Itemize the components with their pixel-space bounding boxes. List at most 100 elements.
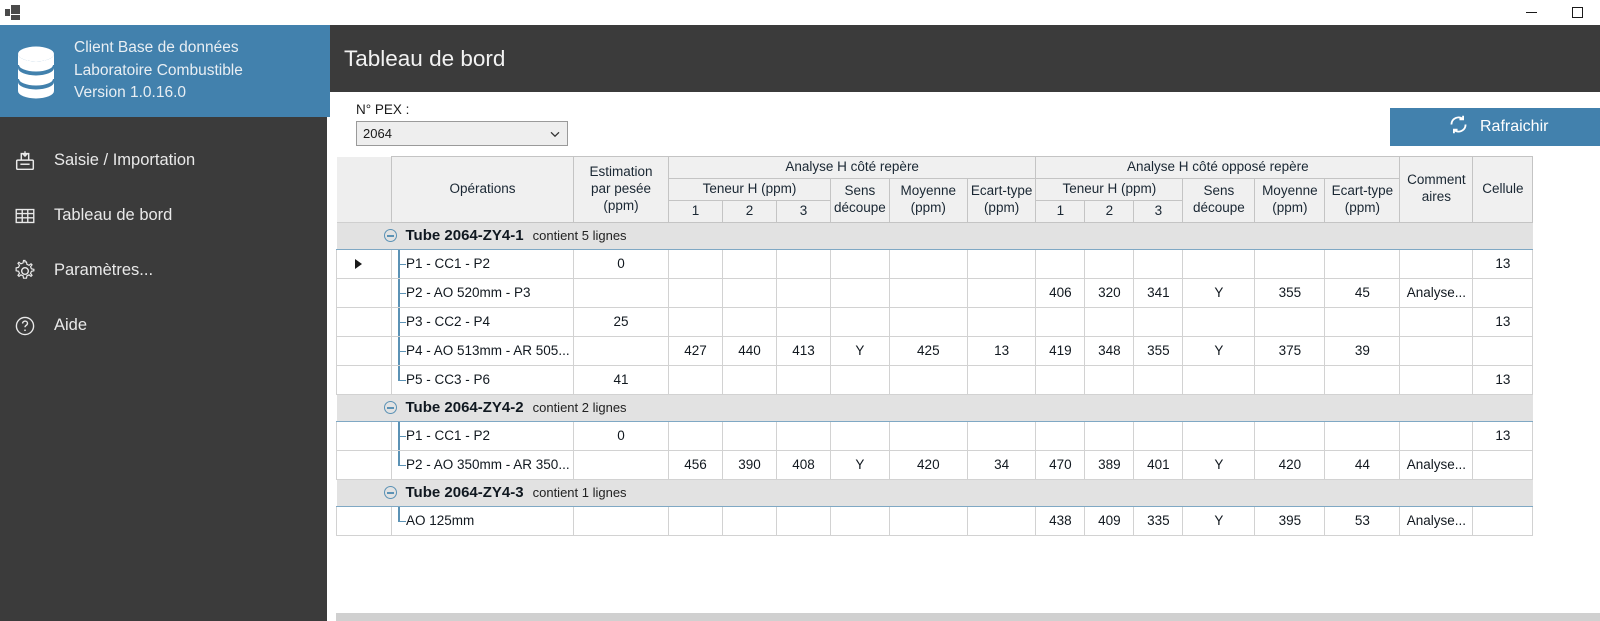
- row-selector-cell[interactable]: [336, 364, 392, 395]
- cell-moyenne-right[interactable]: [1254, 306, 1326, 337]
- cell-sens-decoupe-left[interactable]: Y: [830, 335, 890, 366]
- minimize-button[interactable]: [1508, 0, 1554, 25]
- cell-ecart-type-right[interactable]: 45: [1324, 277, 1401, 308]
- cell-teneur-left-3[interactable]: [776, 505, 831, 536]
- cell-teneur-right-2[interactable]: [1084, 364, 1135, 395]
- cell-moyenne-right[interactable]: 355: [1254, 277, 1326, 308]
- cell-operations[interactable]: P1 - CC1 - P2: [391, 248, 574, 279]
- cell-commentaires[interactable]: Analyse...: [1399, 505, 1474, 536]
- cell-teneur-left-3[interactable]: 413: [776, 335, 831, 366]
- cell-moyenne-left[interactable]: 420: [888, 449, 968, 480]
- col-header-sens-decoupe-right[interactable]: Sens découpe: [1182, 177, 1256, 223]
- cell-moyenne-right[interactable]: [1254, 248, 1326, 279]
- cell-moyenne-right[interactable]: 420: [1254, 449, 1326, 480]
- cell-commentaires[interactable]: Analyse...: [1399, 277, 1474, 308]
- collapse-expander-icon[interactable]: [383, 486, 397, 500]
- cell-teneur-right-3[interactable]: 355: [1133, 335, 1184, 366]
- col-header-operations[interactable]: Opérations: [391, 156, 574, 223]
- cell-moyenne-left[interactable]: [888, 505, 968, 536]
- cell-moyenne-right[interactable]: [1254, 420, 1326, 451]
- cell-sens-decoupe-right[interactable]: Y: [1182, 505, 1256, 536]
- cell-ecart-type-left[interactable]: [966, 420, 1037, 451]
- cell-sens-decoupe-right[interactable]: Y: [1182, 335, 1256, 366]
- cell-ecart-type-left[interactable]: [966, 248, 1037, 279]
- cell-teneur-left-1[interactable]: [668, 505, 723, 536]
- cell-teneur-left-3[interactable]: [776, 277, 831, 308]
- cell-teneur-left-3[interactable]: [776, 420, 831, 451]
- col-header-teneur-left-2[interactable]: 2: [722, 199, 777, 223]
- cell-ecart-type-left[interactable]: [966, 364, 1037, 395]
- col-header-commentaires[interactable]: Comment aires: [1399, 156, 1474, 223]
- cell-teneur-left-2[interactable]: [722, 306, 777, 337]
- cell-teneur-right-3[interactable]: [1133, 420, 1184, 451]
- cell-ecart-type-right[interactable]: 39: [1324, 335, 1401, 366]
- cell-ecart-type-right[interactable]: [1324, 364, 1401, 395]
- cell-commentaires[interactable]: [1399, 248, 1474, 279]
- cell-cellule[interactable]: [1472, 277, 1534, 308]
- cell-teneur-left-1[interactable]: [668, 248, 723, 279]
- group-header-row[interactable]: Tube 2064-ZY4-2 contient 2 lignes: [336, 393, 1533, 422]
- cell-commentaires[interactable]: [1399, 364, 1474, 395]
- cell-teneur-left-3[interactable]: [776, 248, 831, 279]
- cell-teneur-right-2[interactable]: 389: [1084, 449, 1135, 480]
- col-header-ecart-type-left[interactable]: Ecart-type (ppm): [966, 177, 1037, 223]
- cell-moyenne-right[interactable]: 375: [1254, 335, 1326, 366]
- cell-sens-decoupe-left[interactable]: [830, 306, 890, 337]
- cell-teneur-left-2[interactable]: [722, 364, 777, 395]
- col-header-sens-decoupe-left[interactable]: Sens découpe: [830, 177, 890, 223]
- cell-sens-decoupe-left[interactable]: [830, 420, 890, 451]
- cell-ecart-type-left[interactable]: [966, 277, 1037, 308]
- col-header-moyenne-left[interactable]: Moyenne (ppm): [888, 177, 968, 223]
- cell-sens-decoupe-right[interactable]: Y: [1182, 277, 1256, 308]
- cell-operations[interactable]: P5 - CC3 - P6: [391, 364, 574, 395]
- col-header-moyenne-right[interactable]: Moyenne (ppm): [1254, 177, 1326, 223]
- cell-ecart-type-right[interactable]: 44: [1324, 449, 1401, 480]
- cell-teneur-left-2[interactable]: [722, 505, 777, 536]
- cell-estimation[interactable]: 25: [573, 306, 669, 337]
- col-header-cellule[interactable]: Cellule: [1472, 156, 1534, 223]
- col-header-teneur-right-2[interactable]: 2: [1084, 199, 1135, 223]
- cell-moyenne-left[interactable]: [888, 364, 968, 395]
- cell-ecart-type-left[interactable]: [966, 306, 1037, 337]
- cell-commentaires[interactable]: Analyse...: [1399, 449, 1474, 480]
- sidebar-item-saisie-importation[interactable]: Saisie / Importation: [0, 133, 327, 188]
- cell-sens-decoupe-left[interactable]: [830, 248, 890, 279]
- cell-moyenne-left[interactable]: [888, 306, 968, 337]
- cell-teneur-left-1[interactable]: [668, 277, 723, 308]
- cell-teneur-left-3[interactable]: [776, 306, 831, 337]
- cell-teneur-right-2[interactable]: [1084, 420, 1135, 451]
- refresh-button[interactable]: Rafraichir: [1390, 108, 1600, 146]
- sidebar-item-tableau-de-bord[interactable]: Tableau de bord: [0, 188, 327, 243]
- cell-teneur-right-3[interactable]: 335: [1133, 505, 1184, 536]
- cell-sens-decoupe-right[interactable]: [1182, 306, 1256, 337]
- cell-cellule[interactable]: 13: [1472, 364, 1534, 395]
- row-selector-cell[interactable]: [336, 306, 392, 337]
- cell-teneur-right-2[interactable]: [1084, 248, 1135, 279]
- cell-cellule[interactable]: [1472, 449, 1534, 480]
- cell-sens-decoupe-left[interactable]: [830, 277, 890, 308]
- cell-teneur-right-1[interactable]: [1035, 364, 1086, 395]
- row-selector-cell[interactable]: [336, 277, 392, 308]
- cell-teneur-left-1[interactable]: 427: [668, 335, 723, 366]
- cell-cellule[interactable]: 13: [1472, 248, 1534, 279]
- cell-teneur-right-1[interactable]: [1035, 306, 1086, 337]
- cell-ecart-type-right[interactable]: 53: [1324, 505, 1401, 536]
- cell-teneur-right-2[interactable]: [1084, 306, 1135, 337]
- cell-cellule[interactable]: [1472, 505, 1534, 536]
- table-row[interactable]: P1 - CC1 - P2 0 13: [336, 248, 1534, 279]
- cell-teneur-left-1[interactable]: 456: [668, 449, 723, 480]
- cell-estimation[interactable]: 41: [573, 364, 669, 395]
- table-row[interactable]: P2 - AO 520mm - P3 406 320 341 Y 355 45 Analyse…: [336, 277, 1534, 308]
- cell-ecart-type-left[interactable]: 34: [966, 449, 1037, 480]
- cell-sens-decoupe-left[interactable]: Y: [830, 449, 890, 480]
- cell-ecart-type-right[interactable]: [1324, 306, 1401, 337]
- cell-teneur-right-1[interactable]: 438: [1035, 505, 1086, 536]
- row-selector-cell[interactable]: [336, 248, 392, 279]
- cell-teneur-left-1[interactable]: [668, 420, 723, 451]
- cell-operations[interactable]: AO 125mm: [391, 505, 574, 536]
- cell-operations[interactable]: P2 - AO 350mm - AR 350...: [391, 449, 574, 480]
- cell-teneur-right-3[interactable]: [1133, 306, 1184, 337]
- cell-sens-decoupe-left[interactable]: [830, 505, 890, 536]
- col-header-teneur-right-3[interactable]: 3: [1133, 199, 1184, 223]
- cell-teneur-right-1[interactable]: [1035, 420, 1086, 451]
